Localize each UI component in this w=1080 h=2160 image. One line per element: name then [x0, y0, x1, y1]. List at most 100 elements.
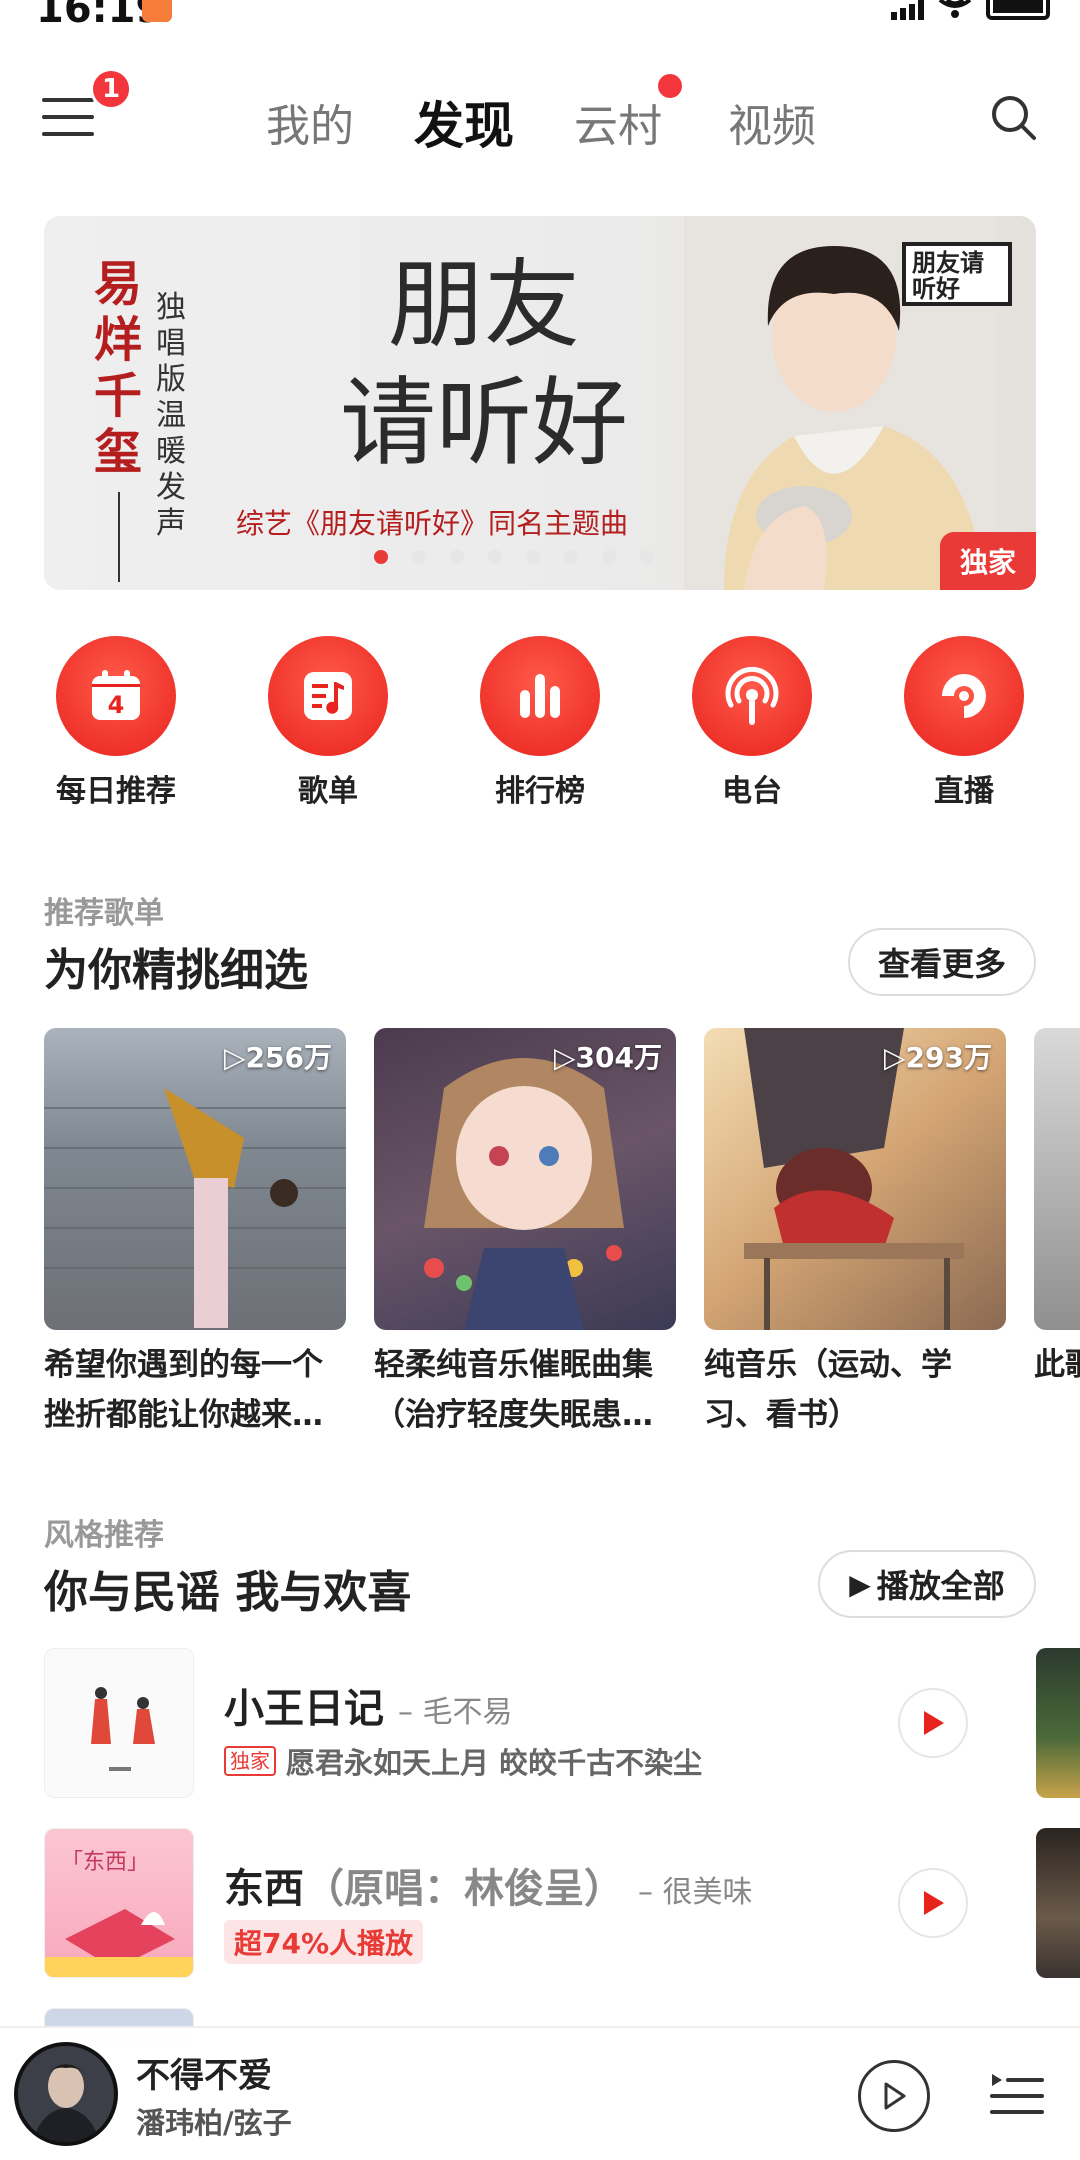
playlist-cover: ▷304万 [374, 1028, 676, 1330]
banner-artist: 易烊千玺 [94, 256, 143, 480]
calendar-day: 4 [108, 691, 125, 719]
quick-charts[interactable]: 排行榜 [450, 636, 630, 810]
search-icon [992, 96, 1036, 140]
play-all-label: 播放全部 [876, 1567, 1005, 1605]
view-more-button[interactable]: 查看更多 [848, 928, 1036, 996]
banner-divider [118, 492, 120, 582]
playlist-card[interactable]: 此歌员i [1034, 1028, 1080, 1440]
player-cover [14, 2042, 118, 2146]
recommend-section-title: 为你精挑细选 [44, 945, 308, 996]
banner-title: 朋友 请听好 [274, 246, 694, 482]
tab-mine[interactable]: 我的 [266, 90, 354, 154]
exclusive-tag: 独家 [224, 1746, 276, 1776]
song-cover-art: 「东西」 [45, 1850, 193, 1977]
song-name: 东西（原唱：林俊呈） – 很美味 [224, 1866, 753, 1912]
playlist-icon [304, 672, 352, 720]
playlist-title: 纯音乐（运动、学习、看书） [704, 1347, 952, 1433]
song-cover [44, 1648, 194, 1798]
playlist-cover [1034, 1028, 1080, 1330]
radio-icon [725, 666, 779, 725]
search-button[interactable] [990, 94, 1038, 142]
playlist-play-count: ▷293万 [884, 1041, 992, 1074]
quick-label: 电台 [722, 774, 782, 809]
playlist-title: 希望你遇到的每一个挫折都能让你越来… [44, 1347, 323, 1433]
banner-title-line-1: 朋友 [388, 249, 580, 361]
banner-dot [450, 550, 464, 564]
community-notification-dot [658, 74, 682, 98]
player-cover-art [18, 2046, 114, 2142]
playlist-title: 轻柔纯音乐催眠曲集（治疗轻度失眠患… [374, 1347, 653, 1433]
song-artist: – 很美味 [637, 1875, 753, 1910]
play-all-icon: ▶ [849, 1567, 871, 1601]
tab-video[interactable]: 视频 [728, 90, 816, 154]
status-icons [891, 0, 1050, 22]
quick-label: 歌单 [298, 774, 358, 809]
song-name: 小王日记 – 毛不易 [224, 1686, 513, 1732]
next-column-cover [1036, 1828, 1080, 1978]
playlist-title: 此歌员i [1034, 1347, 1080, 1383]
signal-icon [891, 0, 924, 20]
calendar-icon: 4 [92, 670, 140, 720]
banner-dot [602, 550, 616, 564]
quick-playlist[interactable]: 歌单 [238, 636, 418, 810]
playlist-cover: ▷256万 [44, 1028, 346, 1330]
banner-dot [640, 550, 654, 564]
banner-dot [412, 550, 426, 564]
playlist-play-count: ▷256万 [224, 1041, 332, 1074]
wifi-icon [938, 0, 972, 18]
song-subtitle: 独家 愿君永如天上月 皎皎千古不染尘 [224, 1740, 702, 1782]
quick-entries: 4 每日推荐 歌单 排行榜 电台 直播 [0, 636, 1080, 812]
quick-live[interactable]: 直播 [874, 636, 1054, 810]
song-description: 愿君永如天上月 皎皎千古不染尘 [286, 1746, 703, 1780]
banner-exclusive-badge: 独家 [940, 532, 1036, 590]
play-icon [924, 1711, 944, 1735]
banner-dot [564, 550, 578, 564]
banner-description: 独唱版温暖发声 [156, 290, 186, 541]
svg-text:「东西」: 「东西」 [61, 1850, 149, 1875]
play-icon [924, 1891, 944, 1915]
banner-dot [488, 550, 502, 564]
banner-title-line-2: 请听好 [340, 367, 628, 479]
banner-carousel[interactable]: 易烊千玺 独唱版温暖发声 朋友 请听好 综艺《朋友请听好》同名主题曲 朋友请听好… [44, 216, 1036, 590]
quick-daily-recommend[interactable]: 4 每日推荐 [26, 636, 206, 810]
live-icon [942, 674, 986, 718]
quick-label: 排行榜 [495, 774, 585, 809]
playlist-card[interactable]: ▷304万 轻柔纯音乐催眠曲集（治疗轻度失眠患… [374, 1028, 676, 1440]
tab-bar: 我的 发现 云村 视频 [0, 60, 1080, 180]
song-row[interactable]: 小王日记 – 毛不易 独家 愿君永如天上月 皎皎千古不染尘 [44, 1648, 1080, 1798]
status-bar: 16:19 [0, 0, 1080, 40]
hot-play-tag: 超74%人播放 [224, 1920, 424, 1964]
recommend-section-tag: 推荐歌单 [44, 896, 164, 931]
battery-icon [986, 0, 1050, 20]
banner-page-indicator [374, 550, 654, 564]
play-icon [884, 2082, 906, 2110]
chart-icon [520, 674, 560, 718]
player-song-title: 不得不爱 [136, 2056, 272, 2096]
top-navigation: 1 我的 发现 云村 视频 [0, 60, 1080, 180]
banner-subtitle: 综艺《朋友请听好》同名主题曲 [236, 507, 629, 540]
playlist-carousel: ▷256万 希望你遇到的每一个挫折都能让你越来… ▷304万 轻柔纯音乐催眠曲集… [44, 1028, 1080, 1448]
song-cover-art [91, 1687, 155, 1771]
player-song-artist: 潘玮柏/弦子 [136, 2106, 292, 2140]
playlist-card[interactable]: ▷256万 希望你遇到的每一个挫折都能让你越来… [44, 1028, 346, 1440]
tab-discover[interactable]: 发现 [414, 86, 514, 158]
play-all-button[interactable]: ▶ 播放全部 [818, 1550, 1036, 1618]
playlist-play-count: ▷304万 [554, 1041, 662, 1074]
playlist-cover: ▷293万 [704, 1028, 1006, 1330]
song-artist: – 毛不易 [397, 1695, 513, 1730]
song-row[interactable]: 「东西」 东西（原唱：林俊呈） – 很美味 超74%人播放 [44, 1828, 1080, 1978]
player-play-button[interactable] [858, 2060, 930, 2132]
tab-community[interactable]: 云村 [574, 90, 662, 154]
quick-radio[interactable]: 电台 [662, 636, 842, 810]
song-play-button[interactable] [898, 1688, 968, 1758]
mini-player[interactable]: 不得不爱 潘玮柏/弦子 [0, 2026, 1080, 2160]
playlist-queue-icon[interactable] [988, 2070, 1044, 2120]
song-subtitle: 超74%人播放 [224, 1920, 424, 1964]
banner-show-logo: 朋友请听好 [902, 242, 1012, 306]
quick-label: 每日推荐 [56, 774, 176, 809]
playlist-card[interactable]: ▷293万 纯音乐（运动、学习、看书） [704, 1028, 1006, 1440]
song-play-button[interactable] [898, 1868, 968, 1938]
style-section-tag: 风格推荐 [44, 1518, 164, 1553]
banner-dot [526, 550, 540, 564]
banner-dot-active [374, 550, 388, 564]
